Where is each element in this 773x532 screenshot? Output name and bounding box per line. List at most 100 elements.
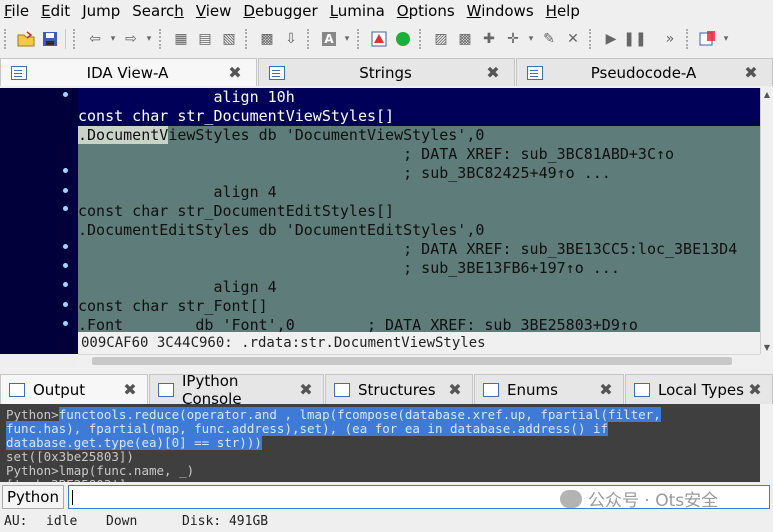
disasm-line[interactable]: const char str_DocumentEditStyles[]	[78, 202, 760, 221]
menu-item[interactable]: Edit	[37, 0, 74, 22]
graph-icon[interactable]	[368, 28, 390, 50]
tab-strings[interactable]: Strings ✖	[258, 58, 515, 86]
nav-marker	[63, 263, 68, 268]
tab-enums[interactable]: Enums ✖	[474, 374, 624, 404]
disasm-line[interactable]: .DocumentViewStyles db 'DocumentViewStyl…	[78, 126, 760, 145]
scroll-down-icon[interactable]: ▼	[763, 343, 771, 352]
disasm-line[interactable]: align 10h	[78, 88, 760, 107]
enums-icon	[483, 382, 499, 397]
nav-marker	[63, 188, 68, 193]
close-tab-icon[interactable]: ✖	[744, 64, 758, 80]
scroll-up-icon[interactable]: ▲	[763, 90, 771, 99]
menu-item[interactable]: Help	[542, 0, 584, 22]
menu-text: indows	[481, 2, 534, 20]
menu-item[interactable]: Lumina	[326, 0, 389, 22]
menu-text: elp	[556, 2, 580, 20]
disasm-line[interactable]: .DocumentEditStyles db 'DocumentEditStyl…	[78, 221, 760, 240]
back-dropdown-icon[interactable]: ▾	[108, 28, 118, 50]
pause-icon[interactable]: ❚❚	[623, 28, 646, 50]
disasm-line[interactable]: .Font db 'Font',0 ; DATA XREF: sub_3BE25…	[78, 316, 760, 332]
hex-icon[interactable]: ▦	[170, 28, 192, 50]
status-direction: Down	[106, 514, 138, 529]
disasm-line[interactable]: align 4	[78, 183, 760, 202]
scroll-thumb[interactable]	[92, 357, 732, 365]
selection: .DocumentV	[78, 126, 169, 144]
menu-text: iew	[205, 2, 232, 20]
run-icon[interactable]	[392, 28, 414, 50]
disasm-line[interactable]: const char str_Font[]	[78, 297, 760, 316]
output-console[interactable]: Python>functools.reduce(operator.and_, l…	[0, 404, 760, 482]
help-dropdown-icon[interactable]: ▾	[721, 28, 731, 50]
tab-pseudocode-a[interactable]: Pseudocode-A ✖	[516, 58, 773, 86]
back-icon[interactable]: ⇦	[84, 28, 106, 50]
edit-icon[interactable]: ✎	[538, 28, 560, 50]
pseudocode-icon	[527, 65, 543, 80]
close-tab-icon[interactable]: ✖	[599, 380, 613, 399]
status-bar: AU: idle Down Disk: 491GB	[0, 512, 773, 532]
tab-ipython-console[interactable]: IPython Console ✖	[149, 372, 324, 408]
tab-ida-view-a[interactable]: IDA View-A ✖	[0, 58, 257, 86]
console-icon	[158, 382, 174, 397]
help-icon[interactable]	[697, 28, 719, 50]
close-tab-icon[interactable]: ✖	[486, 64, 500, 80]
tab-label: Local Types	[658, 380, 744, 399]
link-dropdown-icon[interactable]: ▾	[526, 28, 536, 50]
watermark-text: 公众号 · Ots安全	[588, 491, 719, 511]
strings-icon[interactable]: ▩	[256, 28, 278, 50]
menu-item[interactable]: Options	[393, 0, 459, 22]
disasm-line[interactable]: ; DATA XREF: sub_3BC81ABD+3C↑o	[78, 145, 760, 164]
text-icon[interactable]: A	[318, 28, 340, 50]
disasm-horizontal-scrollbar[interactable]	[78, 354, 760, 367]
menu-item[interactable]: Windows	[463, 0, 538, 22]
close-tab-icon[interactable]: ✖	[299, 380, 313, 399]
console-line: Python>lmap(func.name, _)	[6, 464, 194, 478]
toolbar-grip[interactable]	[4, 29, 10, 49]
close-tab-icon[interactable]: ✖	[448, 380, 462, 399]
step-icon[interactable]: ▨	[430, 28, 452, 50]
disasm-line[interactable]: const char str_DocumentViewStyles[]	[78, 107, 760, 126]
play-icon[interactable]: ▶	[600, 28, 622, 50]
disasm-location-line: 009CAF60 3C44C960: .rdata:str.DocumentVi…	[78, 332, 760, 354]
close-tab-icon[interactable]: ✖	[123, 380, 137, 399]
disassembly-view[interactable]: align 10h const char str_DocumentViewStyl…	[78, 88, 760, 332]
language-button[interactable]: Python	[2, 485, 64, 509]
more-icon[interactable]: »	[659, 28, 681, 50]
disasm-line[interactable]: ; sub_3BC82425+49↑o ...	[78, 164, 760, 183]
disasm-vertical-scrollbar[interactable]: ▲ ▼	[760, 88, 773, 354]
menu-item[interactable]: Search	[128, 0, 188, 22]
console-scrollbar[interactable]	[760, 404, 773, 482]
breakpoint-icon[interactable]: ▩	[454, 28, 476, 50]
tab-output[interactable]: Output ✖	[0, 374, 148, 404]
data-icon[interactable]: ▧	[218, 28, 240, 50]
open-icon[interactable]	[15, 28, 37, 50]
save-icon[interactable]	[39, 28, 61, 50]
watermark: 公众号 · Ots安全	[560, 486, 718, 511]
tab-structures[interactable]: Structures ✖	[325, 374, 473, 404]
strings-tab-icon	[269, 65, 285, 80]
nav-marker	[63, 282, 68, 287]
menu-item[interactable]: Jump	[78, 0, 124, 22]
close-tab-icon[interactable]: ✖	[748, 380, 762, 399]
menu-item[interactable]: View	[192, 0, 236, 22]
jump-down-icon[interactable]: ⇩	[280, 28, 302, 50]
tab-local-types[interactable]: Local Types ✖	[625, 374, 773, 404]
link-icon[interactable]: ✛	[502, 28, 524, 50]
nav-marker	[63, 92, 68, 97]
disasm-line[interactable]: align 4	[78, 278, 760, 297]
code-icon[interactable]: ▤	[194, 28, 216, 50]
forward-dropdown-icon[interactable]: ▾	[144, 28, 154, 50]
text-dropdown-icon[interactable]: ▾	[342, 28, 352, 50]
close-tab-icon[interactable]: ✖	[228, 64, 242, 80]
menu-mnemonic: O	[396, 2, 409, 20]
menu-item[interactable]: File	[0, 0, 33, 22]
menu-text: ile	[11, 2, 30, 20]
disasm-line[interactable]: ; sub_3BE13FB6+197↑o ...	[78, 259, 760, 278]
tab-label: IPython Console	[182, 371, 242, 408]
forward-icon[interactable]: ⇨	[120, 28, 142, 50]
add-icon[interactable]: ✚	[478, 28, 500, 50]
close-icon[interactable]: ✕	[562, 28, 584, 50]
disasm-line[interactable]: ; DATA XREF: sub_3BE13CC5:loc_3BE13D4	[78, 240, 760, 259]
menu-mnemonic: F	[4, 2, 12, 20]
menu-item[interactable]: Debugger	[239, 0, 321, 22]
status-state: idle	[46, 514, 78, 529]
